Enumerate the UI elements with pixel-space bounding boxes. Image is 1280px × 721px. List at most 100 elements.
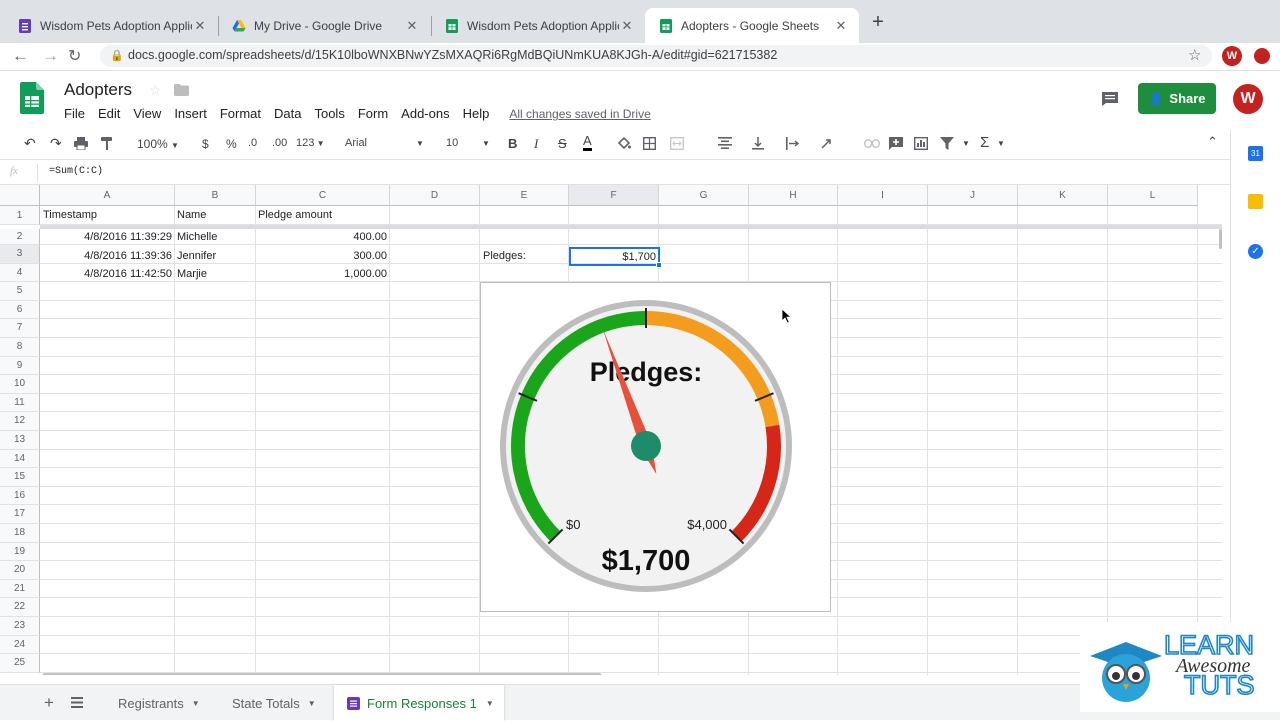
browser-tab-sheets-wisdom[interactable]: Wisdom Pets Adoption Applica ✕ [431,8,645,43]
vertical-align-icon[interactable] [752,137,764,153]
close-icon[interactable]: ✕ [833,18,849,34]
menu-tools[interactable]: Tools [314,106,344,122]
more-formats-select[interactable]: 123 ▼ [296,137,325,149]
cell-timestamp[interactable]: 4/8/2016 11:42:50 [42,268,172,280]
row-header-18[interactable]: 18 [0,524,40,543]
cell-name[interactable]: Jennifer [177,250,216,262]
tasks-icon[interactable]: ✓ [1248,244,1263,259]
text-color-button[interactable]: A [583,134,592,151]
selected-cell-f3[interactable]: $1,700 [569,247,660,266]
menu-addons[interactable]: Add-ons [401,106,449,122]
formula-input[interactable]: =Sum(C:C) [49,166,103,177]
row-header-16[interactable]: 16 [0,486,40,506]
column-header-e[interactable]: E [480,185,569,206]
row-header-17[interactable]: 17 [0,505,40,524]
text-wrap-icon[interactable] [786,137,800,153]
menu-insert[interactable]: Insert [174,106,207,122]
row-header-9[interactable]: 9 [0,356,40,376]
menu-edit[interactable]: Edit [98,106,120,122]
cell-amount[interactable]: 400.00 [257,231,387,243]
cell-amount[interactable]: 1,000.00 [257,268,387,280]
font-size-select[interactable]: 10 [446,137,458,149]
url-text[interactable]: docs.google.com/spreadsheets/d/15K10lboW… [128,48,777,62]
reload-icon[interactable]: ↻ [68,46,81,66]
row-header-14[interactable]: 14 [0,449,40,469]
paint-format-icon[interactable] [101,137,113,153]
column-header-f[interactable]: F [569,185,659,206]
row-header-5[interactable]: 5 [0,282,40,301]
new-tab-button[interactable]: + [868,11,888,34]
column-header-b[interactable]: B [175,185,256,206]
column-header-c[interactable]: C [256,185,390,206]
comments-icon[interactable] [1101,91,1119,107]
collapse-menu-icon[interactable]: ⌃ [1207,134,1218,150]
font-dropdown-icon[interactable]: ▼ [416,139,424,148]
sheet-tab-state-totals[interactable]: State Totals ▼ [232,685,316,721]
functions-icon[interactable]: Σ [980,134,989,151]
strikethrough-button[interactable]: S [558,136,567,151]
font-size-dropdown-icon[interactable]: ▼ [482,139,490,148]
row-header-20[interactable]: 20 [0,561,40,580]
gauge-chart[interactable]: Pledges: $0 $4,000 $1,700 [480,282,831,612]
functions-dropdown-icon[interactable]: ▼ [997,139,1005,148]
row-header-23[interactable]: 23 [0,617,40,636]
pledges-label-cell[interactable]: Pledges: [483,250,526,262]
undo-icon[interactable]: ↶ [24,135,36,152]
menu-format[interactable]: Format [220,106,261,122]
menu-view[interactable]: View [133,106,161,122]
header-timestamp[interactable]: Timestamp [43,209,97,221]
browser-tab-adopters[interactable]: Adopters - Google Sheets ✕ [645,8,859,43]
zoom-select[interactable]: 100% ▼ [137,137,179,151]
row-header-19[interactable]: 19 [0,542,40,562]
browser-tab-drive[interactable]: My Drive - Google Drive ✕ [218,8,430,43]
row-header-22[interactable]: 22 [0,598,40,617]
header-name[interactable]: Name [177,209,206,221]
menu-data[interactable]: Data [274,106,301,122]
column-header-l[interactable]: L [1108,185,1198,206]
row-header-10[interactable]: 10 [0,375,40,394]
cell-name[interactable]: Marjie [177,268,207,280]
column-header-h[interactable]: H [749,185,838,206]
select-all-corner[interactable] [0,185,40,206]
keep-icon[interactable] [1248,194,1263,209]
folder-icon[interactable] [174,84,189,96]
row-header-3[interactable]: 3 [0,245,40,264]
extension-icon[interactable] [1254,48,1270,64]
insert-link-icon[interactable] [863,137,881,151]
row-header-13[interactable]: 13 [0,431,40,450]
column-header-k[interactable]: K [1018,185,1108,206]
row-header-12[interactable]: 12 [0,412,40,431]
row-header-11[interactable]: 11 [0,393,40,413]
browser-tab-forms[interactable]: Wisdom Pets Adoption Applica ✕ [4,8,218,43]
cell-amount[interactable]: 300.00 [257,250,387,262]
column-header-g[interactable]: G [659,185,749,206]
close-icon[interactable]: ✕ [192,18,208,34]
sheets-logo-icon[interactable] [20,82,44,114]
url-field[interactable]: 🔒 docs.google.com/spreadsheets/d/15K10lb… [100,45,1212,67]
column-header-i[interactable]: I [838,185,928,206]
close-icon[interactable]: ✕ [619,18,635,34]
increase-decimal-button[interactable]: .00 [272,137,287,149]
row-header-6[interactable]: 6 [0,300,40,320]
header-pledge-amount[interactable]: Pledge amount [258,209,332,221]
insert-chart-icon[interactable] [913,136,929,153]
borders-icon[interactable] [642,136,657,153]
redo-icon[interactable]: ↷ [50,135,62,152]
document-title[interactable]: Adopters [64,80,132,100]
column-header-d[interactable]: D [390,185,480,206]
row-header-21[interactable]: 21 [0,579,40,599]
row-header-1[interactable]: 1 [0,206,40,225]
insert-comment-icon[interactable] [889,137,903,153]
bold-button[interactable]: B [508,136,517,151]
currency-format-button[interactable]: $ [202,137,209,151]
add-sheet-button[interactable]: + [44,693,54,713]
frozen-row-divider[interactable] [40,225,1222,229]
fill-color-icon[interactable] [617,136,631,153]
star-icon[interactable]: ☆ [149,82,162,99]
horizontal-align-icon[interactable] [718,137,732,152]
column-header-j[interactable]: J [928,185,1018,206]
fill-handle[interactable] [656,262,662,268]
row-header-4[interactable]: 4 [0,263,40,283]
sheet-tab-form-responses[interactable]: Form Responses 1 ▼ [334,685,504,721]
row-header-15[interactable]: 15 [0,468,40,487]
